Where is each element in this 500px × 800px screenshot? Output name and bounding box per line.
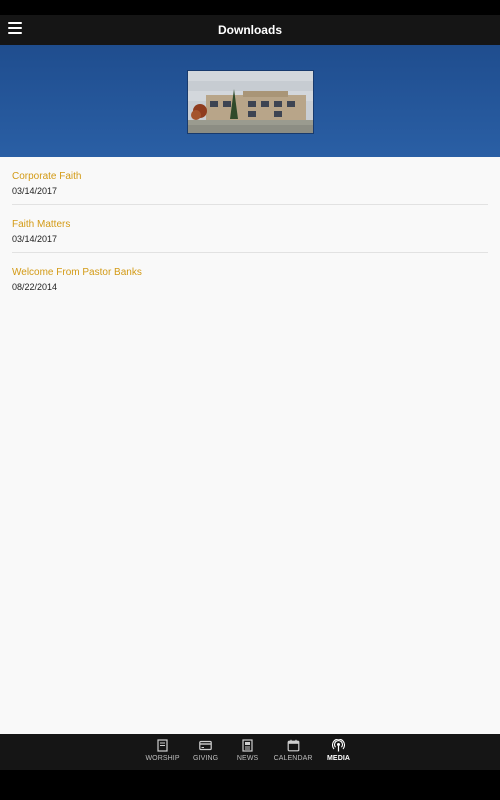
credit-card-icon [199,740,212,751]
church-building-photo [187,70,314,134]
tab-media[interactable]: MEDIA [323,739,355,762]
tab-label: WORSHIP [145,755,180,762]
tab-label: CALENDAR [273,755,313,762]
downloads-list: Corporate Faith 03/14/2017 Faith Matters… [0,157,500,734]
calendar-icon [287,739,299,752]
tab-label: GIVING [193,755,219,762]
list-item[interactable]: Corporate Faith 03/14/2017 [12,157,488,205]
tab-news[interactable]: NEWS [232,739,264,762]
podcast-icon [332,739,346,752]
newspaper-icon [242,739,253,752]
header-banner [0,45,500,157]
tab-calendar[interactable]: CALENDAR [274,739,313,762]
book-icon [157,739,168,752]
item-title[interactable]: Welcome From Pastor Banks [12,267,488,279]
tab-giving[interactable]: GIVING [190,739,222,762]
item-date: 03/14/2017 [12,234,58,244]
tab-label: NEWS [236,755,259,762]
status-bar [0,0,500,15]
page-title: Downloads [217,23,282,37]
item-date: 03/14/2017 [12,186,58,196]
app-bar: Downloads [0,15,500,45]
system-nav-bar [0,770,500,800]
list-item[interactable]: Faith Matters 03/14/2017 [12,205,488,253]
item-title[interactable]: Faith Matters [12,219,488,231]
bottom-tab-bar: WORSHIP GIVING NEWS CALENDAR MEDIA [0,734,500,770]
tab-worship[interactable]: WORSHIP [145,739,180,762]
item-title[interactable]: Corporate Faith [12,171,488,183]
tab-label: MEDIA [327,755,351,762]
item-date: 08/22/2014 [12,282,58,292]
list-item[interactable]: Welcome From Pastor Banks 08/22/2014 [12,253,488,300]
